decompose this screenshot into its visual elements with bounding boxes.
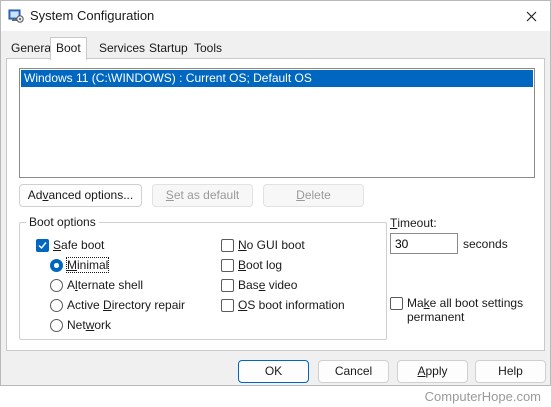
no-gui-label-a: N	[238, 238, 247, 252]
ad-repair-label-c: irectory repair	[111, 298, 186, 312]
computerhope-watermark: ComputerHope.com	[424, 389, 541, 404]
apply-label-b: pply	[425, 364, 448, 378]
boot-log-checkbox[interactable]: Boot log	[221, 257, 282, 273]
delete-button[interactable]: Delete	[263, 184, 364, 207]
apply-label-a: A	[417, 364, 426, 378]
tab-services[interactable]: Services	[94, 39, 150, 59]
ok-button[interactable]: OK	[238, 360, 309, 383]
timeout-label-a: T	[390, 216, 398, 230]
base-video-checkbox[interactable]: Bas e video	[221, 277, 297, 293]
boot-log-label-a: B	[238, 258, 247, 272]
make-permanent-label-c: e all boot settings	[429, 296, 524, 310]
tab-startup[interactable]: Startup	[144, 39, 193, 59]
ad-repair-label-a: Active	[67, 298, 104, 312]
delete-label-b: elete	[304, 188, 331, 202]
os-boot-information-checkbox[interactable]: OS boot information	[221, 297, 345, 313]
checkbox-unchecked-icon	[221, 298, 234, 312]
apply-button[interactable]: Apply	[397, 360, 468, 383]
network-label-c: ork	[94, 318, 112, 332]
close-button[interactable]	[512, 1, 550, 31]
radio-unselected-icon	[50, 298, 63, 312]
alternate-shell-radio[interactable]: Al ternate shell	[50, 277, 143, 293]
timeout-label-b: imeout:	[397, 216, 437, 230]
checkbox-unchecked-icon	[221, 278, 234, 292]
minimal-label-a: M	[67, 258, 77, 272]
window-title: System Configuration	[30, 8, 155, 23]
radio-unselected-icon	[50, 318, 63, 332]
no-gui-label-b: o GUI boot	[246, 238, 305, 252]
minimal-label: Minimal	[65, 257, 110, 273]
timeout-input[interactable]	[390, 233, 458, 254]
make-permanent-label-a: Ma	[407, 296, 424, 310]
network-label-a: Net	[67, 318, 86, 332]
safe-boot-label-a: S	[53, 238, 62, 252]
boot-log-label-b: oot log	[246, 258, 283, 272]
checkbox-checked-icon	[36, 238, 49, 252]
checkbox-unchecked-icon	[390, 296, 403, 310]
base-video-label-b: e	[258, 278, 266, 292]
radio-selected-icon	[50, 258, 63, 272]
set-as-default-label-a: S	[165, 188, 174, 202]
minimal-radio[interactable]: Minimal	[50, 257, 110, 273]
delete-label-a: D	[296, 188, 305, 202]
safe-boot-label-b: afe boot	[61, 238, 105, 252]
boot-tab-panel: Windows 11 (C:\WINDOWS) : Current OS; De…	[6, 58, 545, 351]
base-video-label-c: video	[265, 278, 298, 292]
close-icon	[526, 11, 536, 21]
ad-repair-label-b: D	[103, 298, 112, 312]
no-gui-boot-checkbox[interactable]: No GUI boot	[221, 237, 305, 253]
set-as-default-button[interactable]: Set as default	[152, 184, 253, 207]
network-label-b: w	[85, 318, 95, 332]
boot-options-label: Boot options	[26, 215, 99, 229]
set-as-default-label-b: et as default	[173, 188, 240, 202]
alternate-shell-label-a: A	[67, 278, 76, 292]
os-list[interactable]: Windows 11 (C:\WINDOWS) : Current OS; De…	[19, 68, 535, 178]
tab-tools[interactable]: Tools	[189, 39, 227, 59]
advanced-options-label-c: anced options...	[48, 188, 134, 202]
timeout-unit-label: seconds	[463, 237, 508, 251]
radio-unselected-icon	[50, 278, 63, 292]
base-video-label-a: Bas	[238, 278, 259, 292]
cancel-button[interactable]: Cancel	[318, 360, 389, 383]
help-button[interactable]: Help	[475, 360, 546, 383]
make-permanent-label-line2: permanent	[407, 310, 465, 324]
checkbox-unchecked-icon	[221, 238, 234, 252]
advanced-options-label-a: Ad	[27, 188, 43, 202]
timeout-label: Timeout:	[390, 215, 437, 231]
advanced-options-button[interactable]: Advanced options...	[19, 184, 142, 207]
tab-boot[interactable]: Boot	[50, 37, 87, 60]
os-list-item-selected[interactable]: Windows 11 (C:\WINDOWS) : Current OS; De…	[21, 70, 533, 87]
system-configuration-window: System Configuration General Boot Servic…	[0, 0, 551, 386]
title-bar: System Configuration	[1, 1, 550, 31]
checkmark-icon	[38, 241, 47, 249]
alternate-shell-label-c: ternate shell	[77, 278, 144, 292]
active-directory-repair-radio[interactable]: Active Directory repair	[50, 297, 185, 313]
msconfig-app-icon	[8, 9, 24, 23]
checkbox-unchecked-icon	[221, 258, 234, 272]
minimal-label-b: inimal	[77, 258, 109, 272]
safe-boot-checkbox[interactable]: Safe boot	[36, 237, 104, 253]
os-info-label-a: O	[238, 298, 248, 312]
network-radio[interactable]: Net w ork	[50, 317, 111, 333]
os-info-label-b: S boot information	[247, 298, 345, 312]
